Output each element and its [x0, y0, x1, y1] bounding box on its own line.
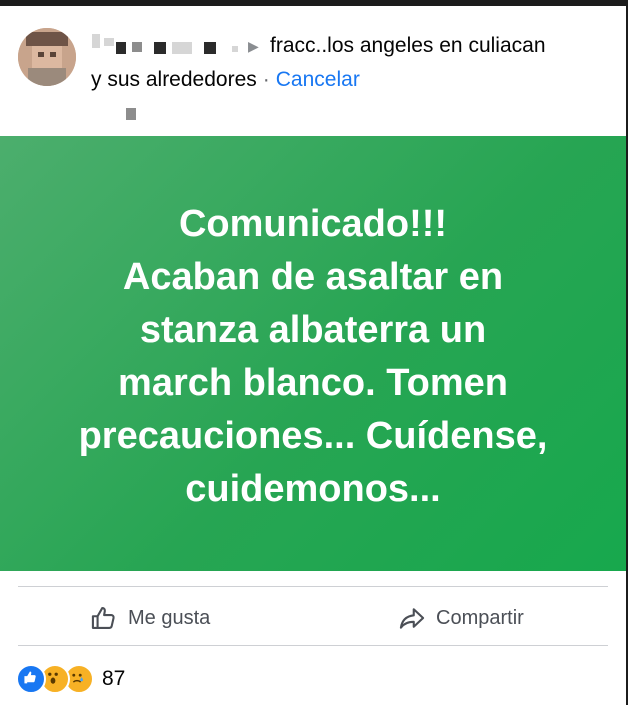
- thumbs-up-icon: [91, 607, 115, 629]
- share-button[interactable]: Compartir: [398, 600, 524, 636]
- post-line: cuidemonos...: [185, 468, 441, 510]
- reaction-count: 87: [102, 667, 126, 690]
- post-line: stanza albaterra un: [139, 309, 487, 351]
- post-line: march blanco. Tomen: [118, 362, 508, 404]
- divider: [18, 586, 608, 587]
- group-name-line2: y sus alrededores · Cancelar: [91, 68, 360, 92]
- avatar[interactable]: [18, 28, 76, 86]
- like-button[interactable]: Me gusta: [90, 600, 210, 636]
- post-background: Comunicado!!! Acaban de asaltar en stanz…: [0, 136, 626, 571]
- post-text: Comunicado!!! Acaban de asaltar en stanz…: [20, 198, 606, 516]
- group-name-continuation[interactable]: y sus alrededores: [91, 68, 257, 91]
- post-line: precauciones... Cuídense,: [78, 415, 548, 457]
- cancel-link[interactable]: Cancelar: [276, 68, 360, 91]
- group-name-line1[interactable]: fracc..los angeles en culiacan: [270, 34, 546, 58]
- separator-dot: ·: [262, 68, 270, 91]
- share-label: Compartir: [436, 606, 524, 629]
- share-arrow-icon: [399, 608, 425, 629]
- post-line: Comunicado!!!: [178, 203, 448, 245]
- group-arrow-icon: ▶: [248, 38, 259, 54]
- like-label: Me gusta: [128, 606, 211, 629]
- post-line: Acaban de asaltar en: [122, 256, 504, 298]
- divider: [18, 645, 608, 646]
- like-icon: [16, 664, 46, 694]
- post-header: ▶ fracc..los angeles en culiacan y sus a…: [0, 6, 626, 136]
- action-bar: Me gusta Compartir: [0, 592, 626, 644]
- reactions-summary[interactable]: 87: [16, 664, 125, 694]
